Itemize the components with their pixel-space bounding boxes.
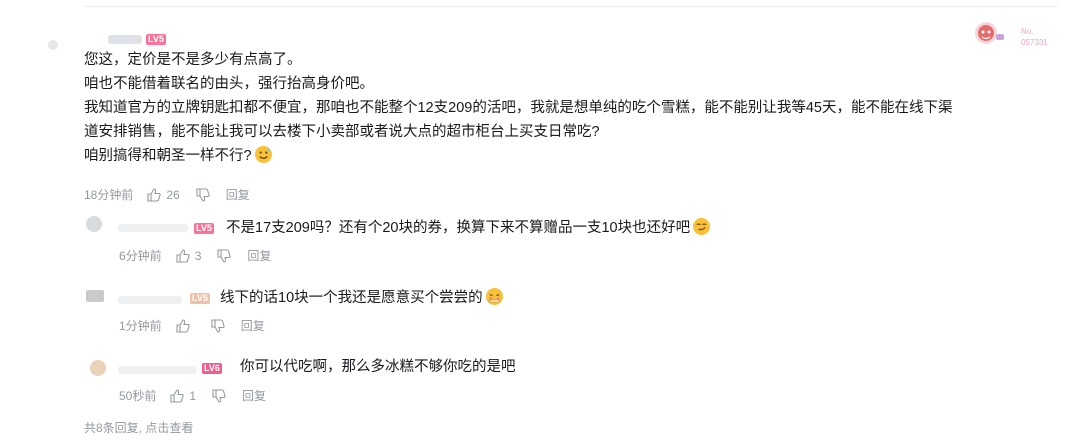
comment-content: 您这，定价是不是多少有点高了。 咱也不能借着联名的由头，强行抬高身价吧。 我知道…: [84, 48, 1044, 168]
reply-meta: 1分钟前 回复: [119, 317, 265, 334]
level-badge: LV5: [146, 34, 166, 45]
comment-line: 我知道官方的立牌钥匙扣都不便宜，那咱也不能整个12支209的活吧，我就是想单纯的…: [84, 100, 953, 116]
sweat-smile-emoji: [254, 145, 272, 164]
reply-avatar[interactable]: [86, 290, 104, 302]
reply-content: 线下的话10块一个我还是愿意买个尝尝的: [220, 287, 504, 308]
dislike-button[interactable]: [196, 187, 210, 202]
reply-username[interactable]: [118, 366, 196, 374]
avatar[interactable]: [48, 40, 58, 50]
smirk-emoji: [693, 217, 711, 236]
thumbs-up-icon: [170, 388, 185, 403]
reply-time: 50秒前: [119, 389, 157, 403]
view-more-replies-link[interactable]: 共8条回复, 点击查看: [84, 419, 193, 436]
comment-time: 18分钟前: [84, 188, 134, 202]
reply-text: 你可以代吃啊，那么多冰糕不够你吃的是吧: [240, 359, 516, 375]
shy-emoji: [485, 287, 503, 306]
reply-time: 1分钟前: [119, 319, 162, 333]
like-button[interactable]: 1: [170, 389, 196, 403]
reply-content: 你可以代吃啊，那么多冰糕不够你吃的是吧: [240, 357, 516, 377]
thumbs-down-icon: [212, 388, 226, 403]
fan-badge-icon: [975, 22, 1004, 44]
reply-username[interactable]: [118, 224, 188, 232]
thumbs-up-icon: [147, 187, 162, 202]
comment-line: 咱别搞得和朝圣一样不行?: [84, 144, 1044, 168]
level-badge: LV5: [190, 293, 210, 304]
like-count: 3: [194, 248, 202, 263]
comment-line-text: 咱别搞得和朝圣一样不行?: [84, 148, 252, 164]
reply-button[interactable]: 回复: [226, 186, 250, 203]
dislike-button[interactable]: [211, 318, 225, 333]
fan-number-value: 057331: [1021, 38, 1048, 47]
like-count: 26: [166, 187, 180, 202]
reply-meta: 50秒前 1 回复: [119, 387, 266, 404]
fan-number: No. 057331: [1021, 26, 1048, 48]
reply-avatar[interactable]: [90, 360, 106, 376]
comment-line: 道安排销售，能不能让我可以去楼下小卖部或者说大点的超市柜台上买支日常吃?: [84, 124, 600, 140]
level-badge: LV6: [202, 363, 222, 374]
reply-text: 线下的话10块一个我还是愿意买个尝尝的: [220, 290, 483, 306]
username[interactable]: [108, 35, 142, 44]
reply-button[interactable]: 回复: [242, 387, 266, 404]
reply-avatar[interactable]: [86, 216, 102, 232]
thumbs-down-icon: [217, 248, 232, 263]
dislike-button[interactable]: [212, 388, 226, 403]
reply-username[interactable]: [118, 296, 182, 304]
like-count: 1: [189, 388, 197, 403]
thumbs-down-icon: [196, 187, 210, 202]
thumbs-up-icon: [176, 318, 190, 333]
dislike-button[interactable]: [217, 248, 232, 263]
comment-line: 您这，定价是不是多少有点高了。: [84, 52, 302, 68]
fan-number-label: No.: [1021, 27, 1034, 36]
like-button[interactable]: [176, 318, 195, 333]
comment-meta: 18分钟前 26 回复: [84, 186, 250, 203]
reply-button[interactable]: 回复: [247, 247, 271, 264]
like-button[interactable]: 26: [147, 187, 180, 202]
thumbs-down-icon: [211, 318, 225, 333]
comment-line: 咱也不能借着联名的由头，强行抬高身价吧。: [84, 76, 374, 92]
reply-button[interactable]: 回复: [241, 317, 265, 334]
reply-content: 不是17支209吗？还有个20块的券，换算下来不算赠品一支10块也还好吧: [226, 217, 711, 238]
like-button[interactable]: 3: [176, 248, 202, 263]
divider: [84, 6, 1058, 7]
reply-text: 不是17支209吗？还有个20块的券，换算下来不算赠品一支10块也还好吧: [226, 220, 691, 236]
reply-meta: 6分钟前 3 回复: [119, 247, 271, 264]
thumbs-up-icon: [176, 248, 190, 263]
reply-time: 6分钟前: [119, 249, 162, 263]
level-badge: LV5: [194, 223, 214, 234]
